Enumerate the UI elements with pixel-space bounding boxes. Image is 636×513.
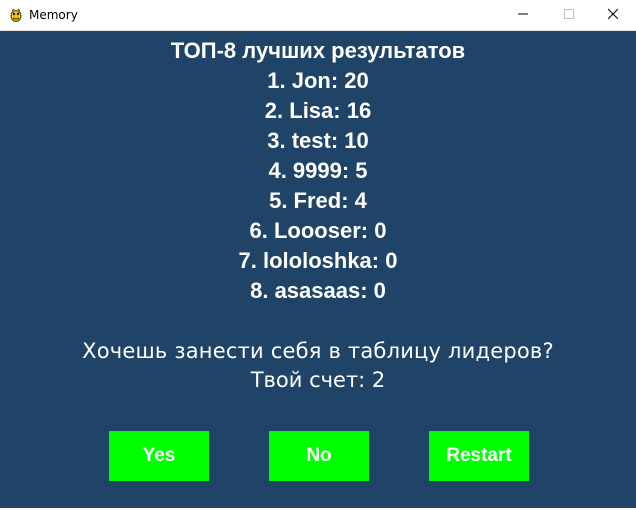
pygame-snake-icon xyxy=(8,7,24,23)
close-button[interactable] xyxy=(590,0,636,30)
app-window: Memory ТОП-8 лучших результатов 1. Jon: … xyxy=(0,0,636,513)
maximize-icon xyxy=(564,6,574,24)
player-score: Твой счет: 2 xyxy=(250,368,386,392)
minimize-icon xyxy=(518,6,528,24)
maximize-button[interactable] xyxy=(546,0,592,30)
yes-button[interactable]: Yes xyxy=(109,431,209,481)
save-score-question: Хочешь занести себя в таблицу лидеров? xyxy=(82,339,554,363)
restart-button[interactable]: Restart xyxy=(429,431,529,481)
game-screen: ТОП-8 лучших результатов 1. Jon: 20 2. L… xyxy=(0,31,636,513)
title-bar[interactable]: Memory xyxy=(0,0,636,31)
leaderboard-entry: 1. Jon: 20 xyxy=(267,68,369,93)
leaderboard-entry: 3. test: 10 xyxy=(267,128,369,153)
no-button[interactable]: No xyxy=(269,431,369,481)
leaderboard-entry: 8. asasaas: 0 xyxy=(250,278,386,303)
leaderboard-entry: 4. 9999: 5 xyxy=(268,158,368,183)
leaderboard-entry: 5. Fred: 4 xyxy=(269,188,367,213)
close-icon xyxy=(607,6,619,24)
leaderboard-title: ТОП-8 лучших результатов xyxy=(170,38,466,63)
leaderboard-entry: 7. lololoshka: 0 xyxy=(238,248,398,273)
leaderboard-entry: 2. Lisa: 16 xyxy=(264,98,372,123)
leaderboard-list: 1. Jon: 20 2. Lisa: 16 3. test: 10 4. 99… xyxy=(0,66,636,306)
window-title: Memory xyxy=(29,8,78,22)
minimize-button[interactable] xyxy=(500,0,546,30)
window-bottom-edge xyxy=(0,508,636,513)
leaderboard-entry: 6. Loooser: 0 xyxy=(249,218,387,243)
